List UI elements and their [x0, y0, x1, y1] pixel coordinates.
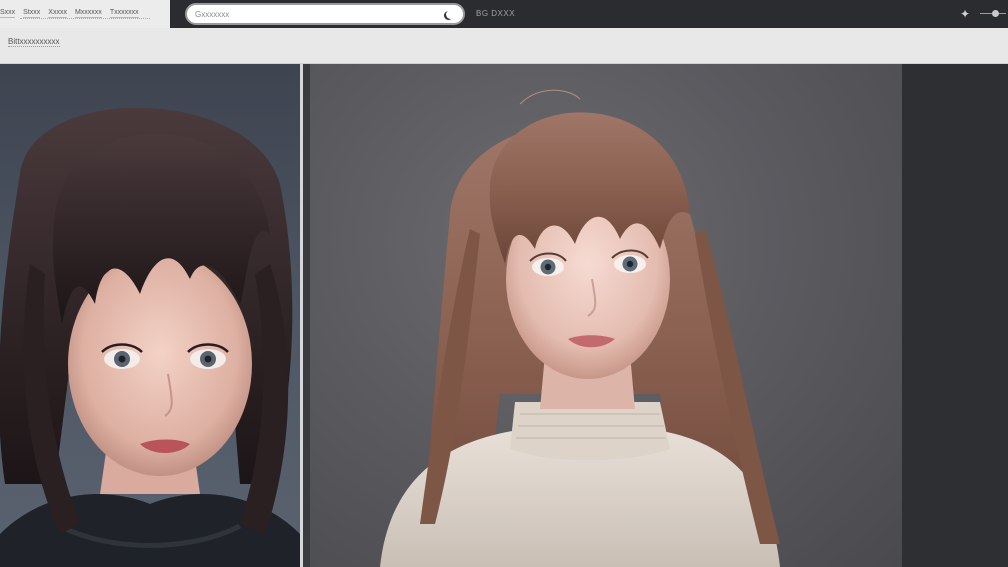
portrait-left — [0, 107, 300, 567]
chip-label[interactable]: BG DXXX — [476, 9, 515, 18]
nav-sub-line — [20, 18, 150, 21]
nav-link-1[interactable]: Sxxx — [0, 9, 16, 18]
app-window: Sxxx Stxxx Xxxxx Mxxxxxx Txxxxxxx Gxxxxx… — [0, 0, 1008, 567]
portrait-right — [380, 89, 780, 567]
slider-knob[interactable] — [992, 10, 999, 17]
nav-link-4[interactable]: Mxxxxxx — [74, 9, 102, 18]
nav-links: Sxxx Stxxx Xxxxx Mxxxxxx Txxxxxxx — [0, 9, 139, 18]
moon-icon[interactable] — [446, 10, 455, 19]
sub-header-title[interactable]: Bittxxxxxxxxxx — [8, 37, 60, 47]
top-bar: Sxxx Stxxx Xxxxx Mxxxxxx Txxxxxxx Gxxxxx… — [0, 0, 1008, 28]
search-input[interactable]: Gxxxxxxx — [195, 10, 229, 19]
image-right[interactable] — [310, 64, 902, 567]
image-gutter — [303, 64, 310, 567]
search-bar[interactable]: Gxxxxxxx — [185, 3, 465, 25]
nav-link-5[interactable]: Txxxxxxx — [109, 9, 139, 18]
right-side-panel — [902, 64, 1008, 567]
nav-link-2[interactable]: Stxxx — [23, 9, 41, 18]
sub-header: Bittxxxxxxxxxx — [0, 28, 1008, 64]
nav-block: Sxxx Stxxx Xxxxx Mxxxxxx Txxxxxxx — [0, 0, 170, 28]
sparkle-icon[interactable]: ✦ — [960, 7, 970, 21]
nav-link-3[interactable]: Xxxxx — [48, 9, 67, 18]
image-left[interactable] — [0, 64, 300, 567]
